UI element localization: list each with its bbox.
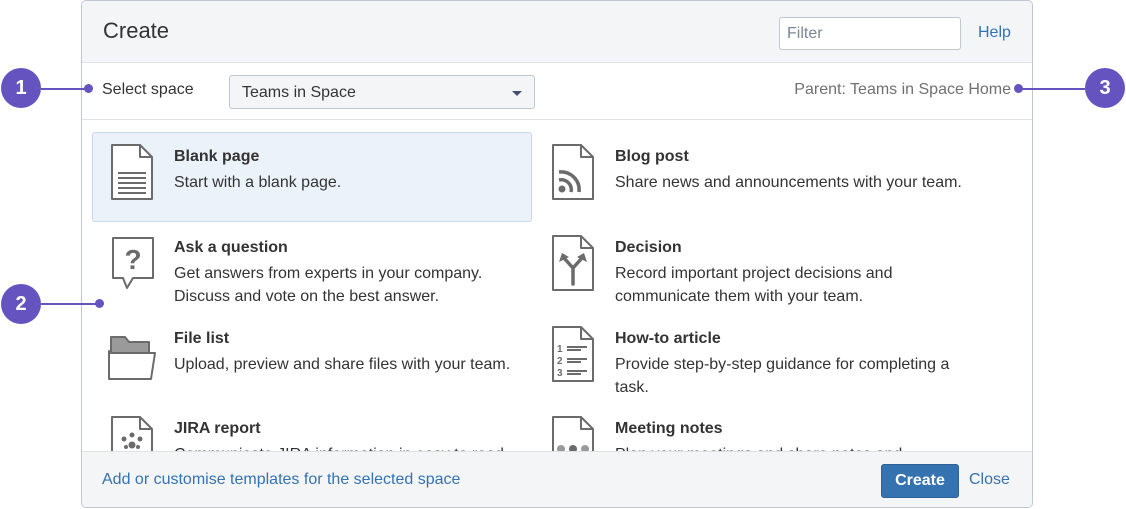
template-list[interactable]: Blank page Start with a blank page. Blog… bbox=[82, 121, 1032, 451]
template-name: JIRA report bbox=[174, 420, 261, 437]
template-how-to-article[interactable]: 1 2 3 How-to article Provide step-by-ste… bbox=[533, 314, 973, 404]
decision-icon bbox=[552, 235, 594, 291]
template-name: Meeting notes bbox=[615, 420, 723, 437]
template-file-list[interactable]: File list Upload, preview and share file… bbox=[92, 314, 532, 404]
callout-line-3 bbox=[1019, 88, 1085, 90]
blank-page-icon bbox=[111, 144, 153, 200]
chevron-down-icon bbox=[512, 91, 522, 96]
customise-templates-link[interactable]: Add or customise templates for the selec… bbox=[102, 471, 460, 489]
callout-badge-1: 1 bbox=[1, 68, 41, 108]
callout-line-1 bbox=[41, 88, 87, 90]
close-link[interactable]: Close bbox=[969, 471, 1010, 489]
template-description: Plan your meetings and share notes and bbox=[615, 443, 970, 451]
template-name: Blank page bbox=[174, 148, 260, 165]
help-link[interactable]: Help bbox=[978, 24, 1011, 42]
template-name: How-to article bbox=[615, 330, 721, 347]
template-meeting-notes[interactable]: Meeting notes Plan your meetings and sha… bbox=[533, 404, 973, 451]
template-ask-a-question[interactable]: ? Ask a question Get answers from expert… bbox=[92, 223, 532, 313]
template-description: Get answers from experts in your company… bbox=[174, 265, 483, 305]
dialog-footer: Add or customise templates for the selec… bbox=[82, 451, 1032, 507]
callout-badge-2: 2 bbox=[1, 284, 41, 324]
space-selector-row: Select space Teams in Space Parent: Team… bbox=[82, 63, 1032, 120]
template-decision[interactable]: Decision Record important project decisi… bbox=[533, 223, 973, 313]
callout-dot-1 bbox=[84, 84, 93, 93]
space-select-value: Teams in Space bbox=[242, 84, 356, 101]
template-blank-page[interactable]: Blank page Start with a blank page. bbox=[92, 132, 532, 222]
callout-badge-3: 3 bbox=[1085, 68, 1125, 108]
space-select[interactable]: Teams in Space bbox=[229, 75, 535, 109]
template-jira-report[interactable]: JIRA report Communicate JIRA information… bbox=[92, 404, 532, 451]
template-description: Share news and announcements with your t… bbox=[615, 174, 962, 191]
svg-text:2: 2 bbox=[557, 356, 563, 367]
select-space-label: Select space bbox=[102, 81, 194, 98]
dialog-header: Create Help bbox=[82, 1, 1032, 63]
callout-dot-3 bbox=[1014, 84, 1023, 93]
template-description: Communicate JIRA information in easy to … bbox=[174, 443, 529, 451]
numbered-list-icon: 1 2 3 bbox=[552, 326, 594, 382]
template-name: File list bbox=[174, 330, 230, 347]
question-icon: ? bbox=[112, 237, 154, 289]
svg-text:?: ? bbox=[124, 244, 141, 275]
blog-post-icon bbox=[552, 144, 594, 200]
template-name: Blog post bbox=[615, 148, 689, 165]
meeting-notes-icon bbox=[552, 416, 594, 451]
svg-text:1: 1 bbox=[557, 344, 563, 355]
parent-page-label: Parent: Teams in Space Home bbox=[794, 81, 1011, 98]
template-description: Record important project decisions and c… bbox=[615, 265, 893, 305]
create-dialog: Create Help Select space Teams in Space … bbox=[81, 0, 1033, 508]
svg-text:3: 3 bbox=[557, 368, 563, 379]
folder-icon bbox=[108, 336, 156, 380]
jira-report-icon bbox=[111, 416, 153, 451]
dialog-title: Create bbox=[103, 18, 170, 43]
template-description: Provide step-by-step guidance for comple… bbox=[615, 356, 950, 396]
template-description: Upload, preview and share files with you… bbox=[174, 356, 511, 373]
template-description: Start with a blank page. bbox=[174, 174, 342, 191]
create-button[interactable]: Create bbox=[881, 464, 959, 498]
template-name: Decision bbox=[615, 239, 682, 256]
template-name: Ask a question bbox=[174, 239, 288, 256]
template-blog-post[interactable]: Blog post Share news and announcements w… bbox=[533, 132, 973, 222]
filter-input[interactable] bbox=[779, 17, 961, 50]
callout-dot-2 bbox=[95, 299, 104, 308]
callout-line-2 bbox=[41, 303, 98, 305]
